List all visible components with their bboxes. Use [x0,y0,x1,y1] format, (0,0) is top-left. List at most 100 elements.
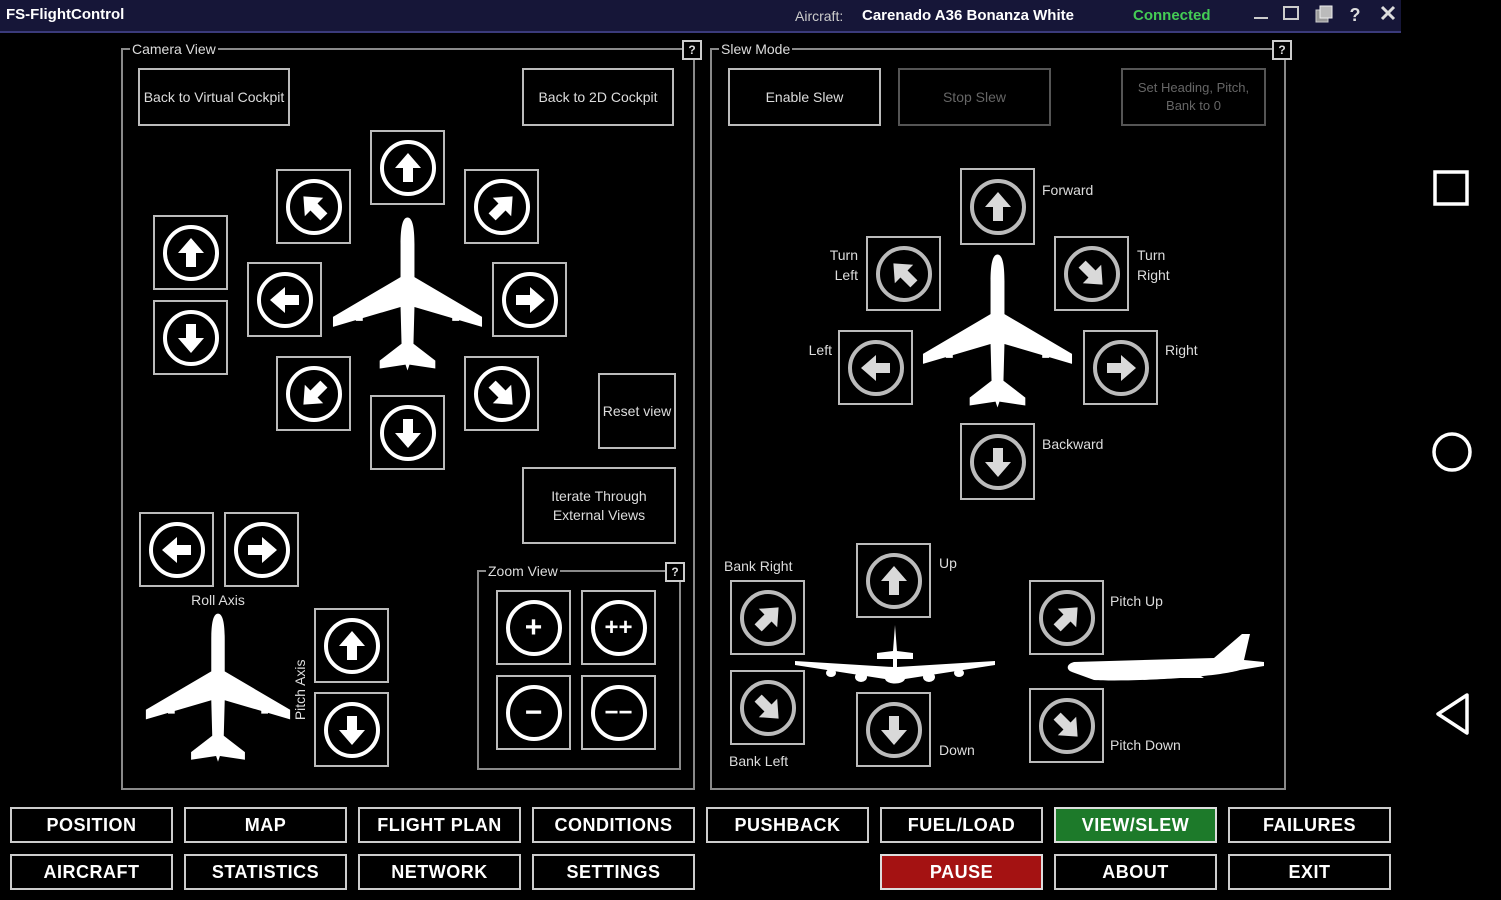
arrow-up-icon [162,224,219,281]
arrow-up-icon [323,617,380,674]
right-label: Right [1165,342,1198,358]
arrow-right-icon [233,521,290,578]
nav-failures-button[interactable]: FAILURES [1228,807,1391,843]
plus-icon: + [505,599,562,656]
plus-plus-icon: ++ [590,599,647,656]
down-label: Down [939,742,975,758]
slew-bank-right-button[interactable] [730,580,805,655]
arrow-down-icon [379,404,436,461]
zoom-out-fast-button[interactable]: −− [581,675,656,750]
slew-up-button[interactable] [856,543,931,618]
minus-icon: − [505,684,562,741]
set-heading-pitch-bank-button[interactable]: Set Heading, Pitch, Bank to 0 [1121,68,1266,126]
nav-statistics-button[interactable]: STATISTICS [184,854,347,890]
pitch-up-label: Pitch Up [1110,593,1163,609]
pitch-down-camera-button[interactable] [314,692,389,767]
nav-about-button[interactable]: ABOUT [1054,854,1217,890]
nav-map-button[interactable]: MAP [184,807,347,843]
slew-right-button[interactable] [1083,330,1158,405]
slew-forward-button[interactable] [960,168,1035,245]
camera-down-button[interactable] [153,300,228,375]
arrow-down-right-icon [739,679,796,736]
arrow-right-icon [501,271,558,328]
minimize-icon[interactable] [1250,4,1272,26]
camera-back-button[interactable] [370,395,445,470]
airplane-side-view-icon [1064,632,1264,686]
arrow-down-icon [323,701,380,758]
arrow-down-icon [162,309,219,366]
help-icon[interactable]: ? [1344,4,1366,26]
arrow-up-right-icon [739,589,796,646]
rotate-down-icon [1038,697,1095,754]
roll-left-button[interactable] [139,512,214,587]
zoom-help-button[interactable]: ? [665,562,685,582]
arrow-down-icon [969,433,1026,490]
camera-help-button[interactable]: ? [682,40,702,60]
bank-right-label: Bank Right [724,558,793,574]
nav-pushback-button[interactable]: PUSHBACK [706,807,869,843]
nav-fuel-load-button[interactable]: FUEL/LOAD [880,807,1043,843]
zoom-out-button[interactable]: − [496,675,571,750]
nav-pause-button[interactable]: PAUSE [880,854,1043,890]
back-to-2d-cockpit-button[interactable]: Back to 2D Cockpit [522,68,674,126]
nav-flight-plan-button[interactable]: FLIGHT PLAN [358,807,521,843]
slew-left-button[interactable] [838,330,913,405]
turn-left-label: Turn Left [829,247,858,283]
slew-bank-left-button[interactable] [730,670,805,745]
camera-right-button[interactable] [492,262,567,337]
pitch-axis-label: Pitch Axis [292,659,309,721]
aircraft-label: Aircraft: [795,8,844,24]
slew-pitch-down-button[interactable] [1029,688,1104,763]
enable-slew-button[interactable]: Enable Slew [728,68,881,126]
up-label: Up [939,555,957,571]
nav-aircraft-button[interactable]: AIRCRAFT [10,854,173,890]
roll-axis-label: Roll Axis [191,592,245,608]
nav-view-slew-button[interactable]: VIEW/SLEW [1054,807,1217,843]
camera-left-button[interactable] [247,262,322,337]
nav-settings-button[interactable]: SETTINGS [532,854,695,890]
recents-icon[interactable] [1433,170,1469,206]
minus-minus-icon: −− [590,684,647,741]
reset-view-button[interactable]: Reset view [598,373,676,449]
airplane-top-view-icon [143,610,293,775]
zoom-view-title: Zoom View [486,563,560,579]
arrow-right-icon [1092,339,1149,396]
nav-exit-button[interactable]: EXIT [1228,854,1391,890]
aircraft-name: Carenado A36 Bonanza White [862,7,1074,24]
home-icon[interactable] [1430,430,1474,474]
bank-left-label: Bank Left [729,753,789,769]
iterate-external-views-button[interactable]: Iterate Through External Views [522,467,676,544]
slew-down-button[interactable] [856,692,931,767]
arrow-down-icon [865,701,922,758]
arrow-up-icon [379,139,436,196]
camera-view-title: Camera View [130,41,218,57]
close-icon[interactable] [1377,4,1399,26]
slew-backward-button[interactable] [960,423,1035,500]
back-icon[interactable] [1433,692,1473,736]
pitch-up-camera-button[interactable] [314,608,389,683]
app-title: FS-FlightControl [6,6,125,23]
stop-slew-button[interactable]: Stop Slew [898,68,1051,126]
arrow-left-icon [148,521,205,578]
nav-conditions-button[interactable]: CONDITIONS [532,807,695,843]
left-label: Left [808,342,832,358]
backward-label: Backward [1042,436,1104,452]
camera-forward-button[interactable] [370,130,445,205]
nav-position-button[interactable]: POSITION [10,807,173,843]
window-stack-icon[interactable] [1313,4,1335,26]
turn-right-label: Turn Right [1137,247,1170,283]
airplane-top-view-icon [330,215,485,383]
zoom-in-fast-button[interactable]: ++ [581,590,656,665]
connection-status: Connected [1133,7,1211,24]
restore-icon[interactable] [1280,4,1302,26]
camera-up-button[interactable] [153,215,228,290]
roll-right-button[interactable] [224,512,299,587]
arrow-up-icon [969,178,1026,235]
airplane-front-view-icon [795,623,995,693]
back-to-virtual-cockpit-button[interactable]: Back to Virtual Cockpit [138,68,290,126]
zoom-in-button[interactable]: + [496,590,571,665]
slew-mode-title: Slew Mode [719,41,793,57]
nav-network-button[interactable]: NETWORK [358,854,521,890]
slew-help-button[interactable]: ? [1272,40,1292,60]
airplane-top-view-icon [920,252,1075,420]
